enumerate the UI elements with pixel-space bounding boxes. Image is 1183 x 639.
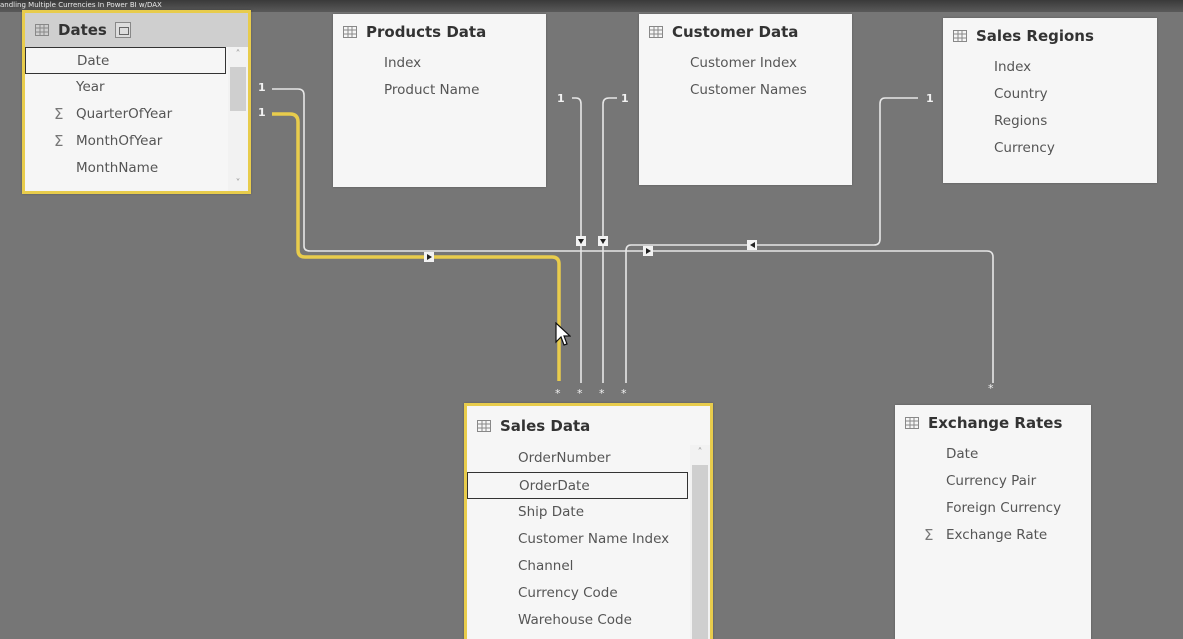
scroll-up-icon[interactable]: ˄ [690, 447, 710, 458]
table-title: Products Data [366, 23, 487, 41]
field-list[interactable]: Date Year Σ QuarterOfYear Σ MonthOfYear Mo… [25, 47, 248, 191]
field-item[interactable]: Ship Date [467, 499, 710, 526]
table-icon [343, 26, 357, 38]
cardinality-many-1: * [555, 387, 561, 400]
cardinality-one-customer: 1 [621, 92, 629, 105]
table-header[interactable]: Dates [25, 13, 248, 47]
arrow-marker-customer [598, 236, 608, 246]
field-list[interactable]: Customer Index Customer Names [639, 50, 852, 104]
table-card-sales-data[interactable]: Sales Data OrderNumber OrderDate Ship Da… [464, 403, 713, 639]
table-header[interactable]: Sales Regions [943, 18, 1157, 54]
table-title: Dates [58, 21, 107, 39]
table-title: Sales Data [500, 416, 591, 435]
field-item[interactable]: OrderNumber [467, 445, 710, 472]
table-card-customer[interactable]: Customer Data Customer Index Customer Na… [639, 14, 852, 185]
table-icon [649, 26, 663, 38]
table-card-dates[interactable]: Dates Date Year Σ QuarterOfYear Σ MonthOfY… [22, 10, 251, 194]
table-title: Exchange Rates [928, 414, 1063, 432]
scroll-thumb[interactable] [230, 67, 246, 111]
table-icon [953, 30, 967, 42]
field-item[interactable]: Year [25, 74, 248, 101]
table-icon [477, 419, 491, 432]
field-list[interactable]: Index Product Name [333, 50, 546, 104]
cardinality-many-exchange: * [988, 382, 994, 395]
cardinality-one-products: 1 [557, 92, 565, 105]
cardinality-one-regions: 1 [926, 92, 934, 105]
cardinality-one-dates-a: 1 [258, 81, 266, 94]
arrow-marker-dates-sales [424, 252, 434, 262]
field-item[interactable]: Σ Exchange Rate [895, 522, 1091, 549]
table-header[interactable]: Customer Data [639, 14, 852, 50]
field-item[interactable]: MonthName [25, 155, 248, 182]
table-header[interactable]: Sales Data [467, 406, 710, 445]
field-item[interactable]: Currency Pair [895, 468, 1091, 495]
table-card-products[interactable]: Products Data Index Product Name [333, 14, 546, 187]
arrow-marker-regions [747, 240, 757, 250]
field-item[interactable]: Currency Code [467, 580, 710, 607]
table-icon [905, 417, 919, 429]
field-item[interactable]: OrderDate [467, 472, 688, 499]
field-list[interactable]: Date Currency Pair Foreign Currency Σ Exc… [895, 441, 1091, 549]
cardinality-many-2: * [577, 387, 583, 400]
sigma-icon: Σ [54, 132, 64, 150]
table-title: Customer Data [672, 23, 799, 41]
field-list[interactable]: OrderNumber OrderDate Ship Date Customer… [467, 445, 710, 639]
cardinality-many-3: * [599, 387, 605, 400]
field-item[interactable]: Country [943, 81, 1157, 108]
collapse-icon[interactable] [114, 22, 131, 38]
cardinality-one-dates-b: 1 [258, 106, 266, 119]
field-item[interactable]: Customer Name Index [467, 526, 710, 553]
table-icon [35, 24, 49, 36]
scrollbar[interactable]: ˄ [690, 445, 710, 639]
scroll-up-icon[interactable]: ˄ [228, 49, 248, 60]
field-item[interactable]: Date [25, 47, 226, 74]
table-header[interactable]: Exchange Rates [895, 405, 1091, 441]
scroll-down-icon[interactable]: ˅ [228, 178, 248, 189]
arrow-marker-exchange [643, 246, 653, 256]
sigma-icon: Σ [924, 526, 934, 544]
field-item[interactable]: Warehouse Code [467, 607, 710, 634]
scrollbar[interactable]: ˄ ˅ [228, 47, 248, 191]
field-item[interactable]: Index [333, 50, 546, 77]
scroll-thumb[interactable] [692, 465, 708, 639]
cardinality-many-4: * [621, 387, 627, 400]
arrow-marker-products [576, 236, 586, 246]
field-list[interactable]: Index Country Regions Currency [943, 54, 1157, 162]
table-card-exchange-rates[interactable]: Exchange Rates Date Currency Pair Foreig… [895, 405, 1091, 639]
field-item[interactable]: Regions [943, 108, 1157, 135]
table-card-sales-regions[interactable]: Sales Regions Index Country Regions Curr… [943, 18, 1157, 183]
field-item[interactable]: Product Name [333, 77, 546, 104]
field-item[interactable]: Σ MonthOfYear [25, 128, 248, 155]
table-title: Sales Regions [976, 27, 1094, 45]
field-item[interactable]: Channel [467, 553, 710, 580]
sigma-icon: Σ [54, 105, 64, 123]
field-item[interactable]: Foreign Currency [895, 495, 1091, 522]
field-item[interactable]: Customer Names [639, 77, 852, 104]
table-header[interactable]: Products Data [333, 14, 546, 50]
mouse-cursor-icon [555, 322, 571, 346]
field-item[interactable]: Index [943, 54, 1157, 81]
field-item[interactable]: Customer Index [639, 50, 852, 77]
field-item[interactable]: Currency [943, 135, 1157, 162]
field-item[interactable]: Date [895, 441, 1091, 468]
field-item[interactable]: Σ QuarterOfYear [25, 101, 248, 128]
